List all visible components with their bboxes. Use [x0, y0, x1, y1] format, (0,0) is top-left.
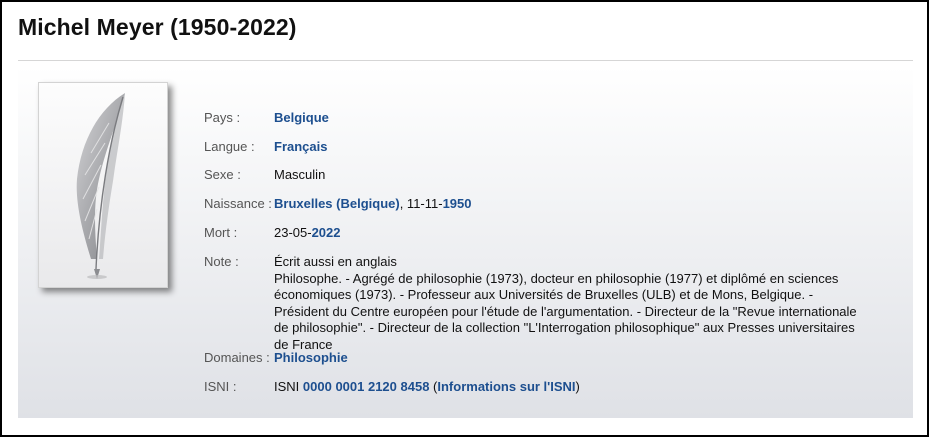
field-label: Note :	[204, 254, 239, 269]
feather-quill-icon	[76, 93, 125, 279]
field-label: Langue :	[204, 139, 255, 154]
author-portrait	[38, 82, 168, 288]
note-line: Écrit aussi en anglais	[274, 254, 397, 269]
isni-number-link[interactable]: 0000 0001 2120 8458	[303, 379, 430, 394]
birth-year-link[interactable]: 1950	[443, 196, 472, 211]
domain-link[interactable]: Philosophie	[274, 350, 348, 365]
country-link[interactable]: Belgique	[274, 110, 329, 125]
birth-date-text: , 11-11-	[399, 196, 443, 211]
field-label: Sexe :	[204, 167, 241, 182]
field-label: Pays :	[204, 110, 241, 125]
page-frame: Michel Meyer (1950-2022) Pays: Belgique…	[0, 0, 929, 437]
isni-prefix: ISNI	[274, 379, 303, 394]
field-label: ISNI :	[204, 379, 237, 394]
divider	[18, 60, 913, 61]
field-label: Mort :	[204, 225, 238, 240]
author-panel: Pays : Belgique Langue : Français Sexe :…	[18, 66, 913, 418]
sex-value: Masculin	[274, 167, 326, 182]
field-label: Naissance :	[204, 196, 272, 211]
death-year-link[interactable]: 2022	[312, 225, 341, 240]
page-title: Michel Meyer (1950-2022)	[18, 14, 297, 40]
birthplace-link[interactable]: Bruxelles (Belgique)	[274, 196, 400, 211]
isni-info-link[interactable]: Informations sur l'ISNI	[437, 379, 575, 394]
field-label: Domaines :	[204, 350, 270, 365]
language-link[interactable]: Français	[274, 139, 327, 154]
note-text: Philosophe. - Agrégé de philosophie (197…	[274, 270, 857, 352]
isni-close-paren: )	[575, 379, 580, 394]
death-date-text: 23-05-	[274, 225, 312, 240]
